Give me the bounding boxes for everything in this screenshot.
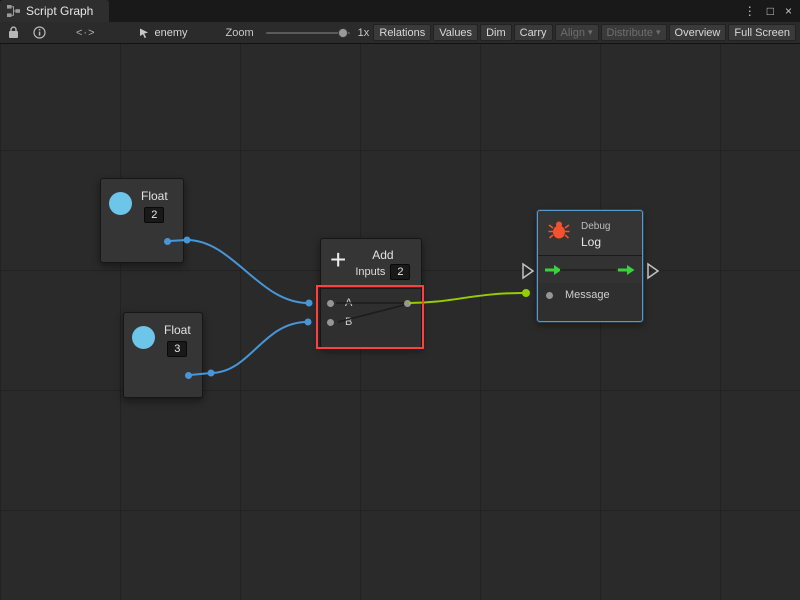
carry-button[interactable]: Carry — [514, 24, 553, 41]
graph-breadcrumb[interactable]: enemy — [138, 27, 188, 39]
debug-log-node[interactable]: Debug Log Message — [537, 210, 643, 322]
overview-button[interactable]: Overview — [669, 24, 727, 41]
chevron-down-icon: ▾ — [588, 27, 593, 38]
pointer-icon — [138, 27, 150, 39]
wire-endpoint-dot — [184, 237, 191, 244]
plus-icon: + — [330, 246, 346, 288]
graph-canvas[interactable]: Float 2 Float 3 + Add Inputs 2 — [0, 44, 800, 600]
wire-endpoint-dot-green — [522, 289, 530, 297]
graph-toolbar: <·> enemy Zoom 1x Relations Values Dim C… — [0, 22, 800, 44]
flow-input-arrow-icon[interactable] — [545, 264, 562, 276]
float-type-icon — [109, 192, 132, 215]
inputs-count-field[interactable]: 2 — [390, 264, 410, 280]
relations-button[interactable]: Relations — [373, 24, 431, 41]
script-graph-icon — [7, 5, 20, 17]
node-title: Float — [164, 323, 191, 337]
flow-output-arrow-icon[interactable] — [618, 264, 635, 276]
float-value-field[interactable]: 3 — [167, 341, 187, 357]
zoom-slider[interactable] — [266, 32, 350, 34]
wire-add-to-message[interactable] — [409, 293, 524, 303]
tab-script-graph[interactable]: Script Graph — [0, 0, 109, 22]
zoom-label: Zoom — [226, 27, 254, 39]
float-node-1[interactable]: Float 2 — [100, 178, 184, 263]
wire-float1-to-a[interactable] — [169, 240, 308, 303]
distribute-button[interactable]: Distribute▾ — [601, 24, 667, 41]
add-node[interactable]: + Add Inputs 2 A B — [320, 238, 422, 348]
input-port-a[interactable] — [327, 300, 334, 307]
float-type-icon — [132, 326, 155, 349]
flow-ports-row — [538, 255, 642, 283]
toolbar-buttons: Relations Values Dim Carry Align▾ Distri… — [371, 24, 796, 41]
node-title: Float — [141, 189, 168, 203]
titlebar: Script Graph ⋮ □ × — [0, 0, 800, 22]
wire-endpoint-dot — [306, 300, 313, 307]
window-controls: ⋮ □ × — [744, 0, 800, 22]
close-icon[interactable]: × — [785, 4, 792, 18]
window-menu-icon[interactable]: ⋮ — [744, 4, 756, 18]
node-category: Debug — [581, 221, 610, 232]
port-label-a: A — [345, 297, 352, 309]
dim-button[interactable]: Dim — [480, 24, 512, 41]
float-node-2[interactable]: Float 3 — [123, 312, 203, 398]
add-output-port[interactable] — [404, 300, 411, 307]
flow-output-triangle[interactable] — [648, 264, 658, 278]
wire-float2-to-b[interactable] — [190, 322, 307, 375]
values-button[interactable]: Values — [433, 24, 478, 41]
breadcrumb-label: enemy — [155, 27, 188, 39]
lock-icon[interactable] — [8, 26, 19, 39]
zoom-slider-handle[interactable] — [338, 28, 348, 38]
tab-title: Script Graph — [26, 4, 93, 18]
float-value-field[interactable]: 2 — [144, 207, 164, 223]
input-port-b[interactable] — [327, 319, 334, 326]
bug-icon — [548, 220, 570, 239]
connector-toggle-icon[interactable]: <·> — [76, 27, 96, 39]
message-label: Message — [565, 289, 610, 301]
add-ports-section — [321, 288, 421, 347]
float-output-port[interactable] — [164, 238, 171, 245]
maximize-icon[interactable]: □ — [767, 4, 774, 18]
flow-input-triangle[interactable] — [523, 264, 533, 278]
node-title: Log — [581, 235, 610, 249]
wire-endpoint-dot — [208, 370, 215, 377]
fullscreen-button[interactable]: Full Screen — [728, 24, 796, 41]
node-title: Add — [372, 248, 393, 262]
float-output-port[interactable] — [185, 372, 192, 379]
align-button[interactable]: Align▾ — [555, 24, 599, 41]
wire-endpoint-dot — [305, 319, 312, 326]
message-input-port[interactable] — [546, 292, 553, 299]
inputs-label: Inputs — [355, 266, 385, 278]
port-label-b: B — [345, 316, 352, 328]
info-icon[interactable] — [33, 26, 46, 39]
chevron-down-icon: ▾ — [656, 27, 661, 38]
zoom-value: 1x — [358, 27, 370, 39]
